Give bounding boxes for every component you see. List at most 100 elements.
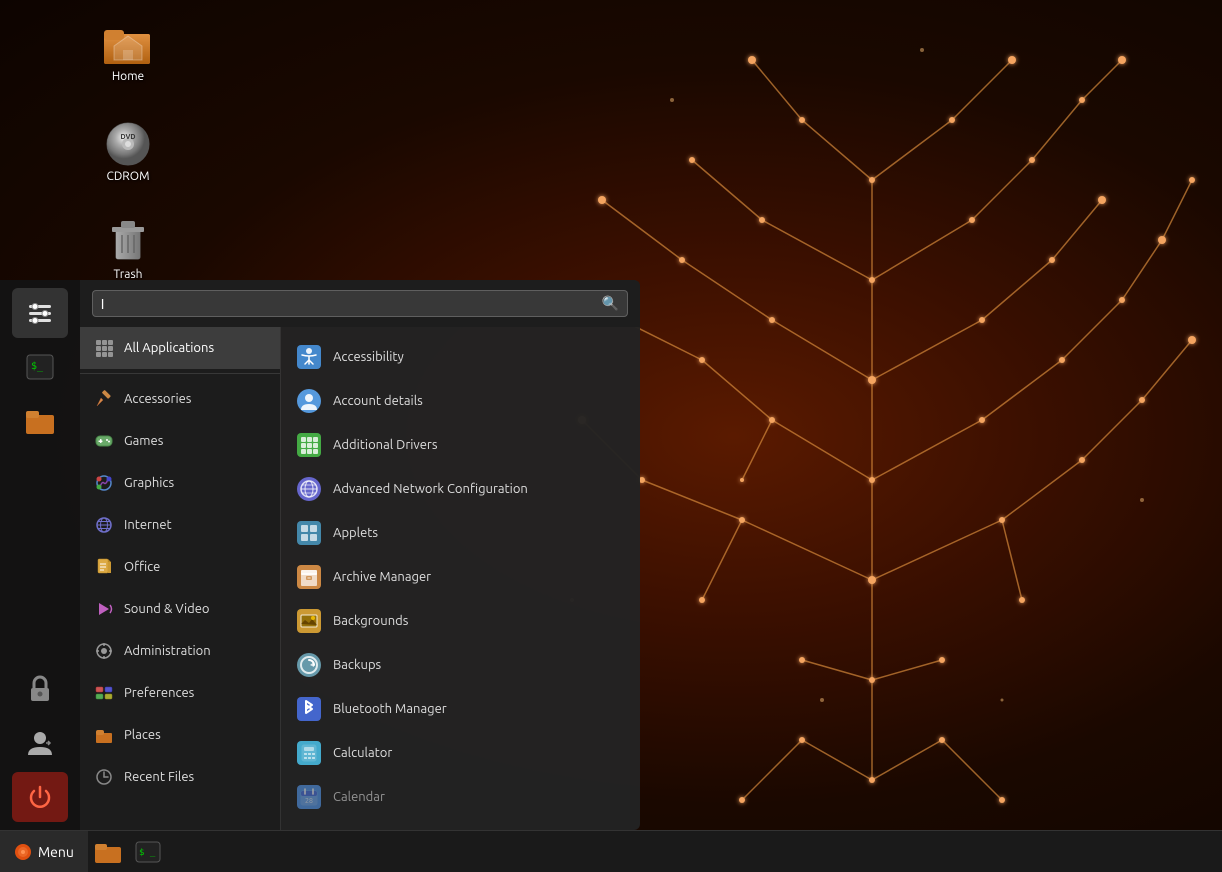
category-preferences[interactable]: Preferences: [80, 672, 280, 714]
places-icon: [94, 725, 114, 745]
all-apps-icon: [94, 338, 114, 358]
sidebar: $_: [0, 280, 80, 830]
desktop-icon-cdrom[interactable]: DVD CDROM: [88, 120, 168, 183]
category-accessories-label: Accessories: [124, 392, 191, 406]
category-graphics[interactable]: Graphics: [80, 462, 280, 504]
svg-text:$ _: $ _: [139, 848, 156, 858]
app-bluetooth[interactable]: Bluetooth Manager: [281, 687, 640, 731]
svg-text:$_: $_: [31, 361, 44, 372]
category-graphics-label: Graphics: [124, 476, 174, 490]
backgrounds-app-icon: [297, 609, 321, 633]
cdrom-icon: DVD: [104, 120, 152, 168]
menu-label: Menu: [38, 844, 74, 860]
taskbar: Menu $ _: [0, 830, 1222, 872]
taskbar-files-icon: [95, 841, 121, 863]
app-drivers[interactable]: Additional Drivers: [281, 423, 640, 467]
category-office[interactable]: Office: [80, 546, 280, 588]
category-administration[interactable]: Administration: [80, 630, 280, 672]
home-folder-icon: [104, 20, 152, 68]
soundvideo-icon: [94, 599, 114, 619]
applets-label: Applets: [333, 526, 378, 540]
sidebar-terminal-btn[interactable]: $_: [12, 342, 68, 392]
desktop-icon-trash[interactable]: Trash: [88, 218, 168, 281]
search-container: 🔍: [92, 290, 628, 317]
sidebar-lock-btn[interactable]: [12, 664, 68, 714]
bluetooth-app-icon: [297, 697, 321, 721]
app-network[interactable]: Advanced Network Configuration: [281, 467, 640, 511]
app-menu: 🔍: [80, 280, 640, 830]
app-applets[interactable]: Applets: [281, 511, 640, 555]
drivers-app-icon: [297, 433, 321, 457]
apps-panel: Accessibility Account details: [280, 327, 640, 830]
archive-label: Archive Manager: [333, 570, 431, 584]
taskbar-terminal-icon: $ _: [135, 841, 161, 863]
calculator-label: Calculator: [333, 746, 392, 760]
games-icon: [94, 431, 114, 451]
backups-label: Backups: [333, 658, 381, 672]
sidebar-power-btn[interactable]: [12, 772, 68, 822]
backgrounds-label: Backgrounds: [333, 614, 408, 628]
office-icon: [94, 557, 114, 577]
search-icon[interactable]: 🔍: [602, 295, 619, 312]
category-administration-label: Administration: [124, 644, 211, 658]
category-internet-label: Internet: [124, 518, 172, 532]
app-calculator[interactable]: Calculator: [281, 731, 640, 775]
applets-app-icon: [297, 521, 321, 545]
category-all-label: All Applications: [124, 341, 214, 355]
category-soundvideo[interactable]: Sound & Video: [80, 588, 280, 630]
backups-app-icon: [297, 653, 321, 677]
network-label: Advanced Network Configuration: [333, 482, 528, 496]
app-accessibility[interactable]: Accessibility: [281, 335, 640, 379]
home-icon-label: Home: [112, 70, 144, 83]
app-backgrounds[interactable]: Backgrounds: [281, 599, 640, 643]
category-all[interactable]: All Applications: [80, 327, 280, 369]
graphics-icon: [94, 473, 114, 493]
calendar-label: Calendar: [333, 790, 385, 804]
menu-button[interactable]: Menu: [0, 831, 88, 872]
categories-panel: All Applications Accessories: [80, 327, 280, 830]
taskbar-terminal-btn[interactable]: $ _: [130, 834, 166, 870]
recent-icon: [94, 767, 114, 787]
sidebar-user-btn[interactable]: [12, 718, 68, 768]
app-backups[interactable]: Backups: [281, 643, 640, 687]
accessories-icon: [94, 389, 114, 409]
desktop-icon-home[interactable]: Home: [88, 20, 168, 83]
svg-text:28: 28: [305, 797, 313, 805]
menu-content: All Applications Accessories: [80, 327, 640, 830]
drivers-label: Additional Drivers: [333, 438, 437, 452]
accessibility-app-icon: [297, 345, 321, 369]
calendar-app-icon: 28: [297, 785, 321, 809]
administration-icon: [94, 641, 114, 661]
app-calendar[interactable]: 28 Calendar: [281, 775, 640, 819]
sidebar-settings-btn[interactable]: [12, 288, 68, 338]
category-recent[interactable]: Recent Files: [80, 756, 280, 798]
category-games[interactable]: Games: [80, 420, 280, 462]
category-preferences-label: Preferences: [124, 686, 194, 700]
sidebar-files-btn[interactable]: [12, 396, 68, 446]
app-account[interactable]: Account details: [281, 379, 640, 423]
category-accessories[interactable]: Accessories: [80, 378, 280, 420]
category-places[interactable]: Places: [80, 714, 280, 756]
cdrom-icon-label: CDROM: [106, 170, 149, 183]
network-app-icon: [297, 477, 321, 501]
category-games-label: Games: [124, 434, 163, 448]
menu-logo-icon: [14, 843, 32, 861]
desktop: Home DVD CDROM: [0, 0, 1222, 872]
svg-text:DVD: DVD: [121, 133, 136, 141]
category-internet[interactable]: Internet: [80, 504, 280, 546]
category-places-label: Places: [124, 728, 161, 742]
app-archive[interactable]: Archive Manager: [281, 555, 640, 599]
calculator-app-icon: [297, 741, 321, 765]
category-soundvideo-label: Sound & Video: [124, 602, 210, 616]
accessibility-label: Accessibility: [333, 350, 404, 364]
category-office-label: Office: [124, 560, 160, 574]
account-label: Account details: [333, 394, 423, 408]
archive-app-icon: [297, 565, 321, 589]
category-recent-label: Recent Files: [124, 770, 194, 784]
internet-icon: [94, 515, 114, 535]
account-app-icon: [297, 389, 321, 413]
bluetooth-label: Bluetooth Manager: [333, 702, 447, 716]
trash-icon: [104, 218, 152, 266]
search-input[interactable]: [101, 296, 602, 312]
taskbar-files-btn[interactable]: [90, 834, 126, 870]
